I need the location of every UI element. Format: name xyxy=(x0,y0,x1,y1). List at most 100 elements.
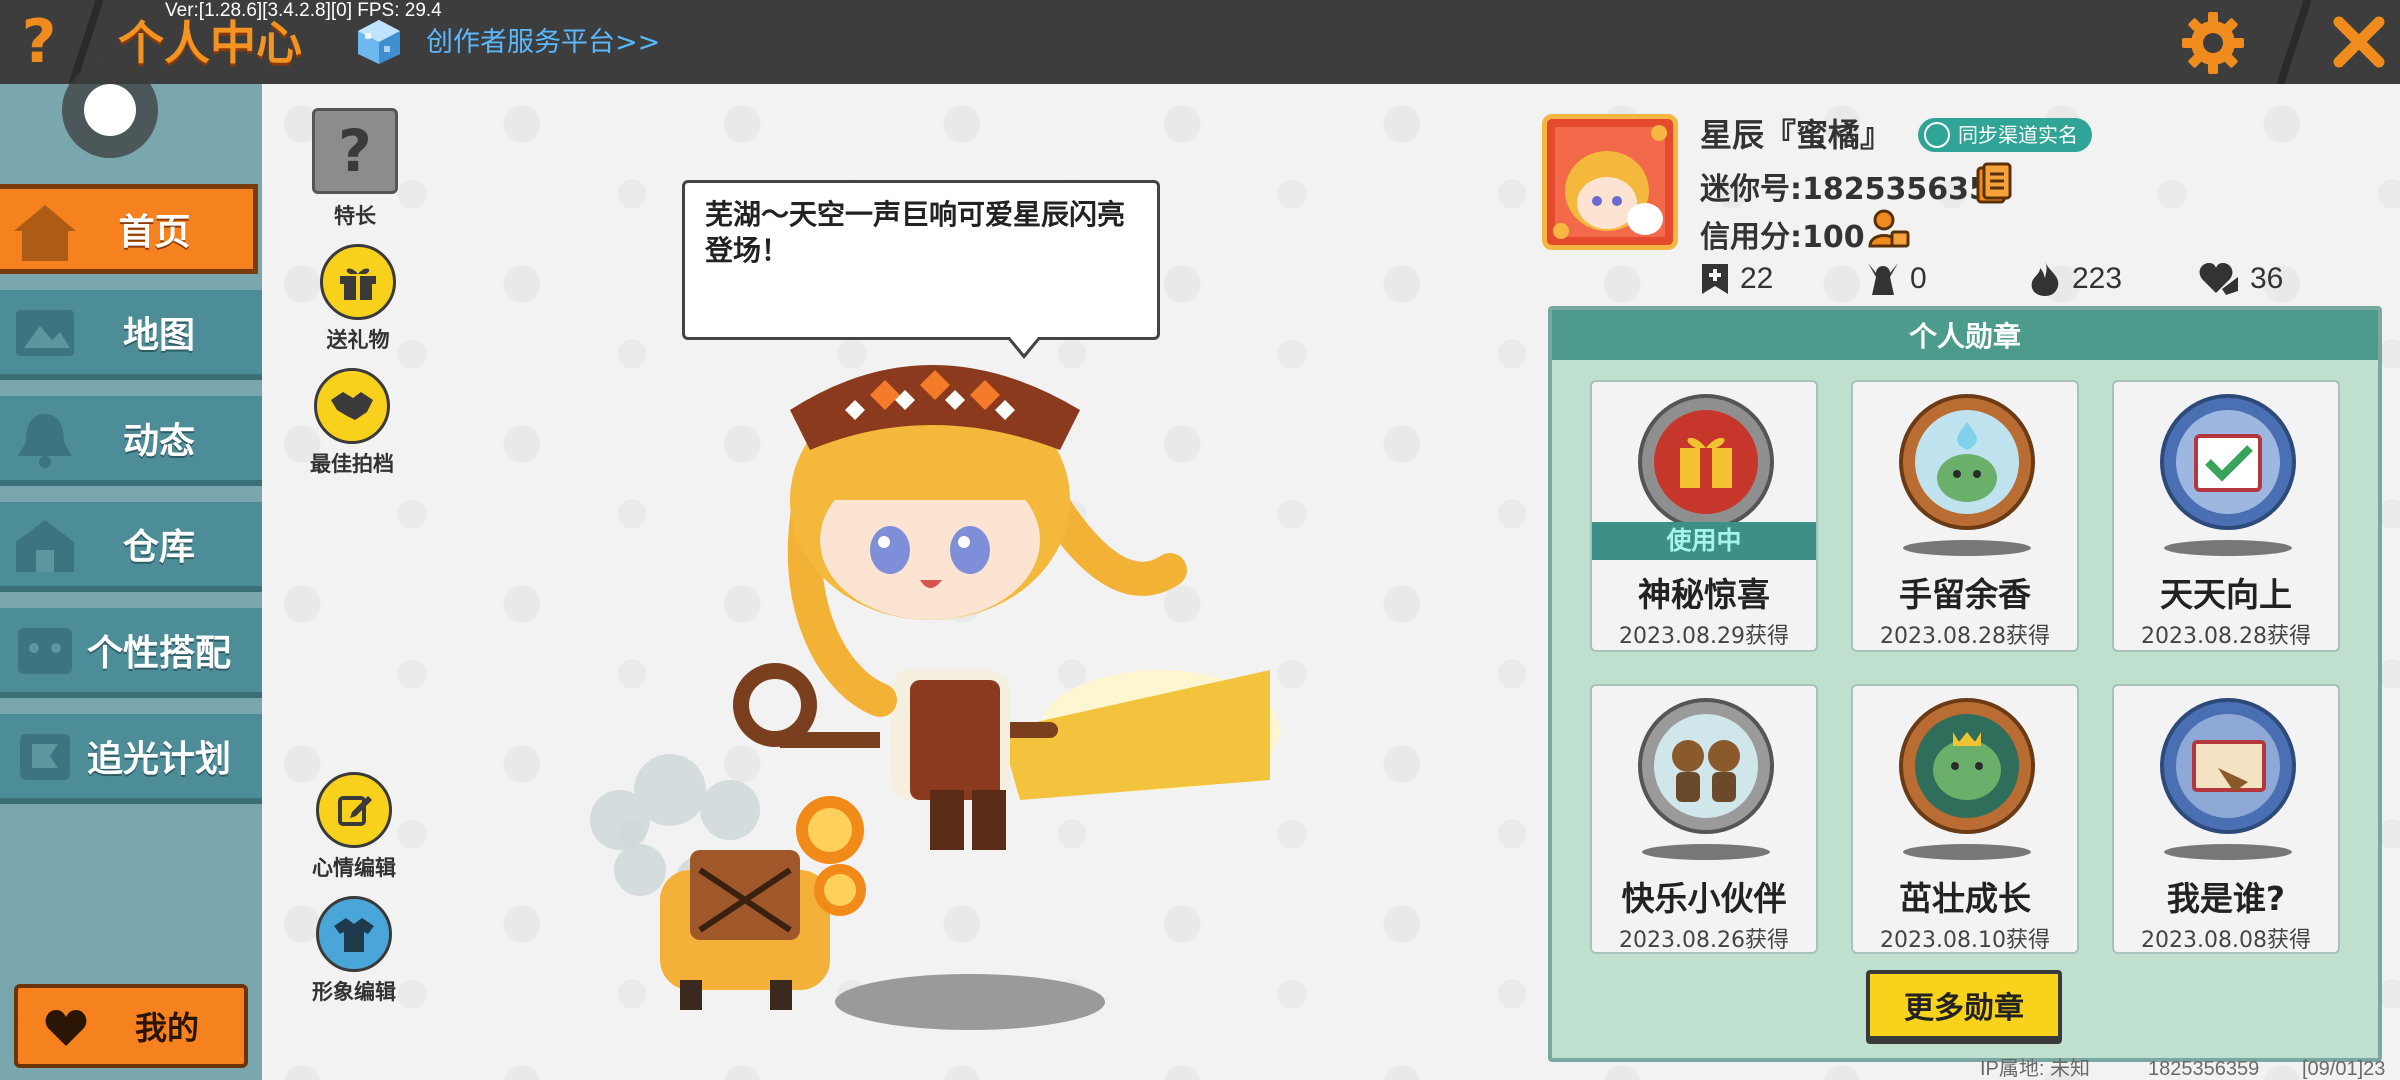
help-icon: ? xyxy=(21,7,57,77)
person-cheer-icon xyxy=(1868,263,1898,295)
shirt-icon xyxy=(316,896,392,972)
creator-cube-icon[interactable] xyxy=(356,18,402,66)
nav-label: 仓库 xyxy=(122,527,195,568)
more-medals-button[interactable]: 更多勋章 xyxy=(1866,970,2062,1044)
mini-id: 迷你号:1825356359 xyxy=(1700,172,2011,207)
mine-button[interactable]: 我的 xyxy=(14,984,248,1068)
close-button[interactable] xyxy=(2318,0,2400,84)
nav-map[interactable]: 地图 xyxy=(0,290,262,380)
question-icon: ? xyxy=(312,108,398,194)
specialty-button[interactable]: ? 特长 xyxy=(312,108,398,230)
gear-icon[interactable] xyxy=(2180,10,2246,76)
mine-label: 我的 xyxy=(134,1009,199,1047)
footer-uid: 1825356359 xyxy=(2148,1058,2260,1080)
help-button[interactable]: ? xyxy=(0,0,78,84)
calendar-medal-icon xyxy=(2160,394,2296,530)
stat-likes[interactable]: 36 xyxy=(2198,258,2283,300)
medal-shadow xyxy=(1903,844,2031,860)
medal-name: 天天向上 xyxy=(2160,575,2292,614)
divider xyxy=(2276,0,2312,84)
medal-date: 2023.08.08获得 xyxy=(2141,928,2311,953)
joystick-knob[interactable] xyxy=(84,84,136,136)
avatar-edit-label: 形象编辑 xyxy=(312,980,396,1004)
medal-panel-title: 个人勋章 xyxy=(1552,310,2378,360)
partner-button[interactable]: 最佳拍档 xyxy=(310,368,394,478)
postcard-medal-icon xyxy=(2160,698,2296,834)
medal-card[interactable]: 天天向上 2023.08.28获得 xyxy=(2112,380,2340,652)
specialty-label: 特长 xyxy=(334,204,376,228)
medal-shadow xyxy=(1642,844,1770,860)
sprout-medal-icon xyxy=(1899,698,2035,834)
medal-card[interactable]: 手留余香 2023.08.28获得 xyxy=(1851,380,2079,652)
medal-card[interactable]: 茁壮成长 2023.08.10获得 xyxy=(1851,684,2079,954)
medal-shadow xyxy=(2164,844,2292,860)
medal-name: 快乐小伙伴 xyxy=(1621,879,1787,918)
mood-edit-label: 心情编辑 xyxy=(312,856,396,880)
flame-icon xyxy=(2031,262,2059,296)
creator-platform-link[interactable]: 创作者服务平台>> xyxy=(426,22,660,64)
medal-card[interactable]: 快乐小伙伴 2023.08.26获得 xyxy=(1590,684,1818,954)
nav-label: 地图 xyxy=(122,315,195,356)
medal-date: 2023.08.10获得 xyxy=(1880,928,2050,953)
nav-warehouse[interactable]: 仓库 xyxy=(0,502,262,592)
medal-name: 我是谁? xyxy=(2166,879,2286,918)
nickname: 星辰『蜜橘』 xyxy=(1700,116,1893,154)
player-character[interactable] xyxy=(580,350,1320,1050)
floating-joystick[interactable] xyxy=(62,62,158,158)
medal-card[interactable]: 我是谁? 2023.08.08获得 xyxy=(2112,684,2340,954)
gift-medal-icon xyxy=(1638,394,1774,530)
sync-badge-label: 同步渠道实名 xyxy=(1958,123,2078,147)
gift-button[interactable]: 送礼物 xyxy=(320,244,396,354)
avatar[interactable] xyxy=(1542,114,1678,250)
medal-shadow xyxy=(2164,540,2292,556)
sidebar: 首页 地图 动态 仓库 个性搭配 追光计划 xyxy=(0,84,262,1080)
map-icon xyxy=(16,310,74,356)
medal-date: 2023.08.26获得 xyxy=(1619,928,1789,953)
nav-label: 个性搭配 xyxy=(86,633,231,674)
stat-hot[interactable]: 223 xyxy=(2028,258,2122,300)
avatar-edit-button[interactable]: 形象编辑 xyxy=(312,896,396,1006)
stat-collect[interactable]: 22 xyxy=(1700,258,1773,300)
credit-score: 信用分:100 xyxy=(1700,220,1865,255)
handshake-icon xyxy=(314,368,390,444)
stat-value: 36 xyxy=(2250,262,2284,295)
medal-name: 茁壮成长 xyxy=(1899,879,2031,918)
credit-person-icon[interactable] xyxy=(1868,208,1910,250)
mood-edit-button[interactable]: 心情编辑 xyxy=(312,772,396,882)
heart-hand-icon xyxy=(2199,263,2238,295)
medal-card[interactable]: 使用中 神秘惊喜 2023.08.29获得 xyxy=(1590,380,1818,652)
sync-realname-badge[interactable]: 同步渠道实名 xyxy=(1918,118,2092,152)
nav-home[interactable]: 首页 xyxy=(0,184,258,274)
bell-icon xyxy=(18,414,72,468)
gift-label: 送礼物 xyxy=(326,328,390,352)
medal-date: 2023.08.28获得 xyxy=(2141,624,2311,649)
friends-medal-icon xyxy=(1638,698,1774,834)
house-icon xyxy=(16,520,74,572)
medal-date: 2023.08.28获得 xyxy=(1880,624,2050,649)
stat-value: 223 xyxy=(2072,262,2123,295)
stat-value: 0 xyxy=(1910,262,1927,295)
person-icon xyxy=(1924,122,1950,148)
stat-value: 22 xyxy=(1740,262,1774,295)
flag-icon xyxy=(20,734,70,780)
nav-outfit[interactable]: 个性搭配 xyxy=(0,608,262,698)
stat-fans[interactable]: 0 xyxy=(1866,258,1927,300)
copy-icon[interactable] xyxy=(1976,162,2012,204)
nav-light-plan[interactable]: 追光计划 xyxy=(0,714,262,804)
outfit-icon xyxy=(18,628,72,674)
edit-icon xyxy=(316,772,392,848)
medal-name: 神秘惊喜 xyxy=(1638,575,1770,614)
medal-shadow xyxy=(1903,540,2031,556)
medal-date: 2023.08.29获得 xyxy=(1619,624,1789,649)
gift-icon xyxy=(320,244,396,320)
medal-name: 手留余香 xyxy=(1899,575,2031,614)
in-use-badge: 使用中 xyxy=(1592,522,1816,560)
nav-feed[interactable]: 动态 xyxy=(0,396,262,486)
nav-label: 动态 xyxy=(122,421,195,462)
close-icon xyxy=(2333,16,2385,68)
footer-date: [09/01]23 xyxy=(2302,1058,2386,1080)
home-icon xyxy=(14,205,76,261)
nav-label: 首页 xyxy=(118,212,191,253)
bookmark-plus-icon xyxy=(1702,264,1728,294)
partner-label: 最佳拍档 xyxy=(310,452,394,476)
